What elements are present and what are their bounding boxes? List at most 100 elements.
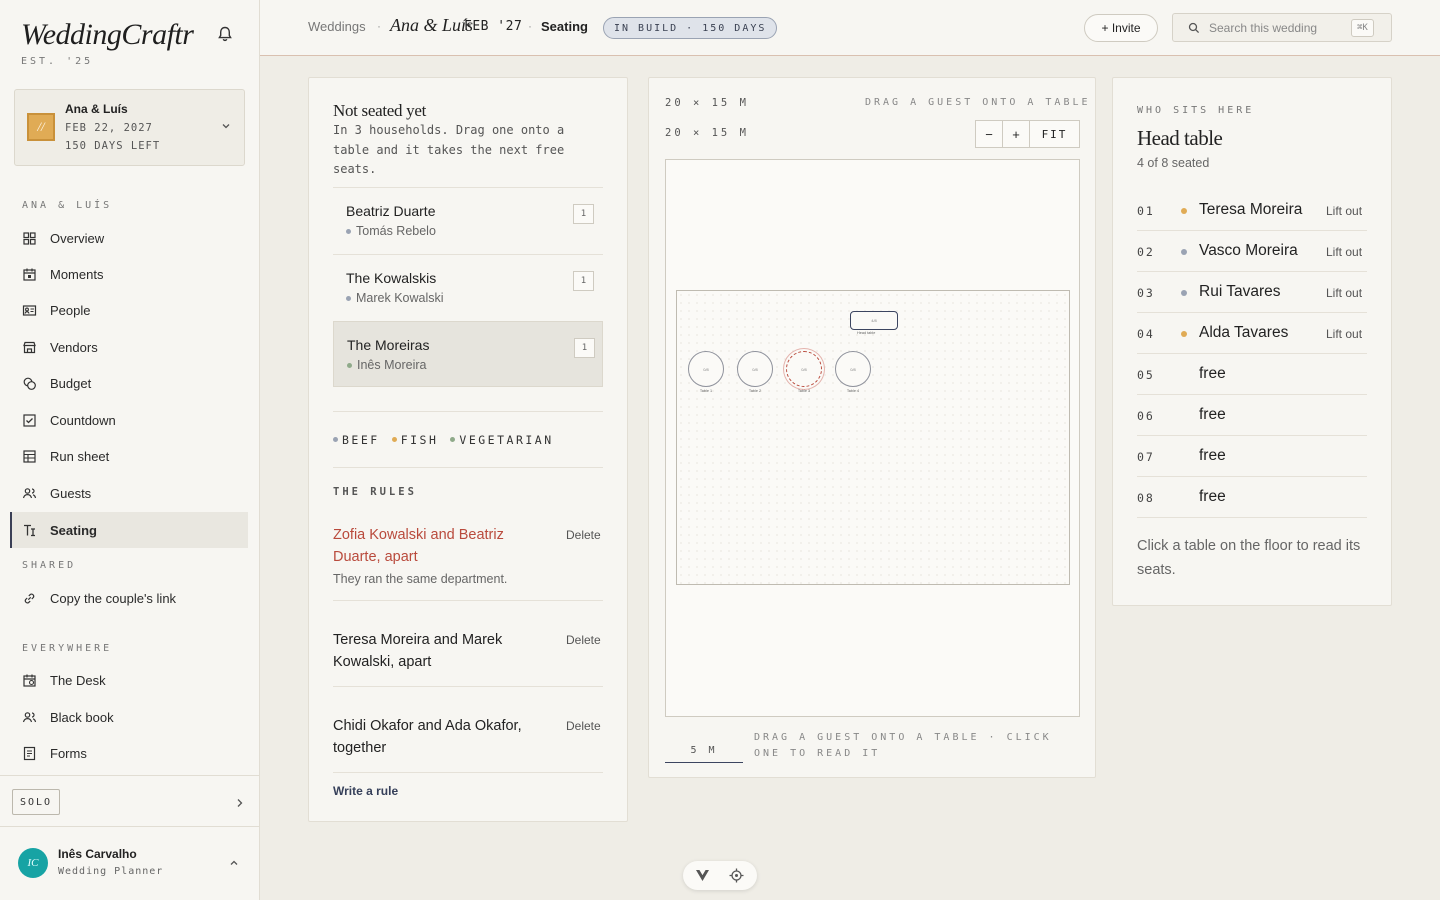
floor-area[interactable]: 4/8 Head table 0/8 Table 1 0/8 Table 2 0… [676, 290, 1070, 585]
sidebar-item-countdown[interactable]: Countdown [10, 402, 248, 438]
sidebar-item-label: Guests [50, 485, 92, 501]
sidebar-item-label: Seating [50, 522, 97, 538]
floor-hint: DRAG A GUEST ONTO A TABLE [865, 97, 1091, 108]
id-card-icon [22, 304, 37, 316]
wedding-days-left: 150 DAYS LEFT [65, 140, 161, 152]
floor-dimensions: 20 × 15 M [665, 97, 749, 109]
wedding-name: Ana & Luís [65, 102, 128, 116]
brand-logo[interactable]: WeddingCraftr [21, 18, 194, 52]
round-table[interactable]: 0/8 [835, 351, 871, 387]
user-role: Wedding Planner [58, 866, 164, 877]
sidebar-item-moments[interactable]: Moments [10, 256, 248, 292]
breadcrumb-separator: · [528, 19, 532, 33]
household-item[interactable]: Beatriz Duarte Tomás Rebelo 1 [333, 187, 603, 253]
delete-rule-button[interactable]: Delete [566, 719, 601, 733]
sidebar-item-overview[interactable]: Overview [10, 220, 248, 256]
sidebar-item-seating[interactable]: Seating [10, 512, 248, 548]
sidebar-item-label: The Desk [50, 672, 106, 688]
household-name: The Kowalskis [346, 270, 437, 286]
household-member-name: Tomás Rebelo [356, 224, 436, 238]
section-label-everywhere: EVERYWHERE [22, 643, 113, 654]
desk-icon [23, 674, 36, 687]
search-input[interactable]: Search this wedding ⌘K [1172, 13, 1392, 42]
floor-canvas[interactable]: 4/8 Head table 0/8 Table 1 0/8 Table 2 0… [665, 159, 1080, 717]
sidebar-item-run-sheet[interactable]: Run sheet [10, 438, 248, 474]
seat-guest-name: free [1199, 447, 1226, 464]
zoom-out-button[interactable]: − [976, 121, 1003, 147]
household-member: Tomás Rebelo [346, 224, 436, 238]
lift-out-button[interactable]: Lift out [1326, 286, 1362, 300]
seat-number: 02 [1137, 245, 1155, 259]
chevron-down-icon [222, 124, 230, 129]
rule-text: Teresa Moreira and Marek Kowalski, apart [333, 632, 503, 670]
round-table[interactable]: 0/8 [737, 351, 773, 387]
legend-label: FISH [400, 432, 439, 447]
seat-row: 03 Rui Tavares Lift out [1137, 272, 1367, 313]
meal-dot [1181, 331, 1187, 337]
bell-icon[interactable] [216, 25, 234, 43]
fit-button[interactable]: FIT [1030, 121, 1079, 147]
lift-out-button[interactable]: Lift out [1326, 204, 1362, 218]
coins-icon [23, 377, 36, 390]
not-seated-panel: Not seated yet In 3 households. Drag one… [308, 77, 628, 822]
mode-bar[interactable]: SOLO [0, 775, 259, 827]
rule-note: They ran the same department. [333, 572, 508, 586]
sidebar-item-people[interactable]: People [10, 292, 248, 328]
sidebar-item-label: People [50, 302, 91, 318]
chevron-up-icon[interactable] [229, 858, 239, 868]
head-table[interactable]: 4/8 [850, 311, 898, 330]
floor-dimensions-secondary: 20 × 15 M [665, 127, 749, 139]
round-table[interactable]: 0/8 [688, 351, 724, 387]
household-item-selected[interactable]: The Moreiras Inês Moreira 1 [333, 321, 603, 387]
sidebar-item-label: Budget [50, 375, 92, 391]
household-member: Marek Kowalski [346, 291, 444, 305]
delete-rule-button[interactable]: Delete [566, 633, 601, 647]
sidebar-item-the-desk[interactable]: The Desk [10, 662, 248, 698]
wedding-switcher[interactable]: // Ana & Luís FEB 22, 2027 150 DAYS LEFT [14, 89, 245, 166]
seat-row: 02 Vasco Moreira Lift out [1137, 231, 1367, 272]
sidebar-item-guests[interactable]: Guests [10, 475, 248, 511]
table-icon [23, 449, 36, 463]
household-count: 1 [574, 338, 595, 358]
lift-out-button[interactable]: Lift out [1326, 245, 1362, 259]
rule-item: Teresa Moreira and Marek Kowalski, apart… [333, 629, 603, 687]
search-placeholder: Search this wedding [1209, 21, 1318, 35]
legend-item: VEGETARIAN [450, 433, 553, 447]
rule-item: Zofia Kowalski and Beatriz Duarte, apart… [333, 524, 603, 601]
lift-out-button[interactable]: Lift out [1326, 327, 1362, 341]
invite-button[interactable]: + Invite [1084, 14, 1158, 42]
round-table-highlighted[interactable]: 0/8 [786, 351, 822, 387]
delete-rule-button[interactable]: Delete [566, 528, 601, 542]
seat-guest-name: Teresa Moreira [1199, 201, 1303, 218]
sidebar-item-label: Countdown [50, 412, 116, 428]
rule-text: Zofia Kowalski and Beatriz Duarte, apart [333, 527, 504, 565]
vue-logo-icon[interactable] [695, 868, 710, 883]
sidebar-item-budget[interactable]: Budget [10, 365, 248, 401]
target-icon[interactable] [729, 868, 744, 883]
seat-row: 05 free [1137, 354, 1367, 395]
sidebar-item-label: Run sheet [50, 448, 110, 464]
zoom-in-button[interactable]: + [1003, 121, 1030, 147]
write-rule-button[interactable]: Write a rule [333, 784, 398, 798]
wedding-monogram: // [27, 113, 55, 141]
brand-subtitle: EST. '25 [21, 56, 94, 67]
sidebar-item-black-book[interactable]: Black book [10, 699, 248, 735]
seating-icon [24, 524, 35, 536]
breadcrumb-weddings[interactable]: Weddings [308, 19, 366, 34]
sidebar-item-copy-link[interactable]: Copy the couple's link [10, 580, 248, 616]
status-badge: IN BUILD · 150 DAYS [603, 17, 778, 39]
avatar[interactable]: IC [18, 848, 48, 878]
legend-item: FISH [391, 432, 439, 447]
seat-row: 07 free [1137, 436, 1367, 477]
head-table-label: Head table [857, 331, 876, 335]
breadcrumb-couple[interactable]: Ana & Luís [390, 15, 473, 36]
section-label-shared: SHARED [22, 560, 77, 571]
household-name: The Moreiras [347, 337, 430, 353]
seat-number: 07 [1137, 450, 1155, 464]
floor-plan-panel: 20 × 15 M DRAG A GUEST ONTO A TABLE 20 ×… [648, 77, 1096, 778]
sidebar-item-forms[interactable]: Forms [10, 735, 248, 771]
users-icon [22, 487, 37, 498]
household-item[interactable]: The Kowalskis Marek Kowalski 1 [333, 254, 603, 320]
seat-guest-name: Alda Tavares [1199, 324, 1289, 341]
sidebar-item-vendors[interactable]: Vendors [10, 329, 248, 365]
